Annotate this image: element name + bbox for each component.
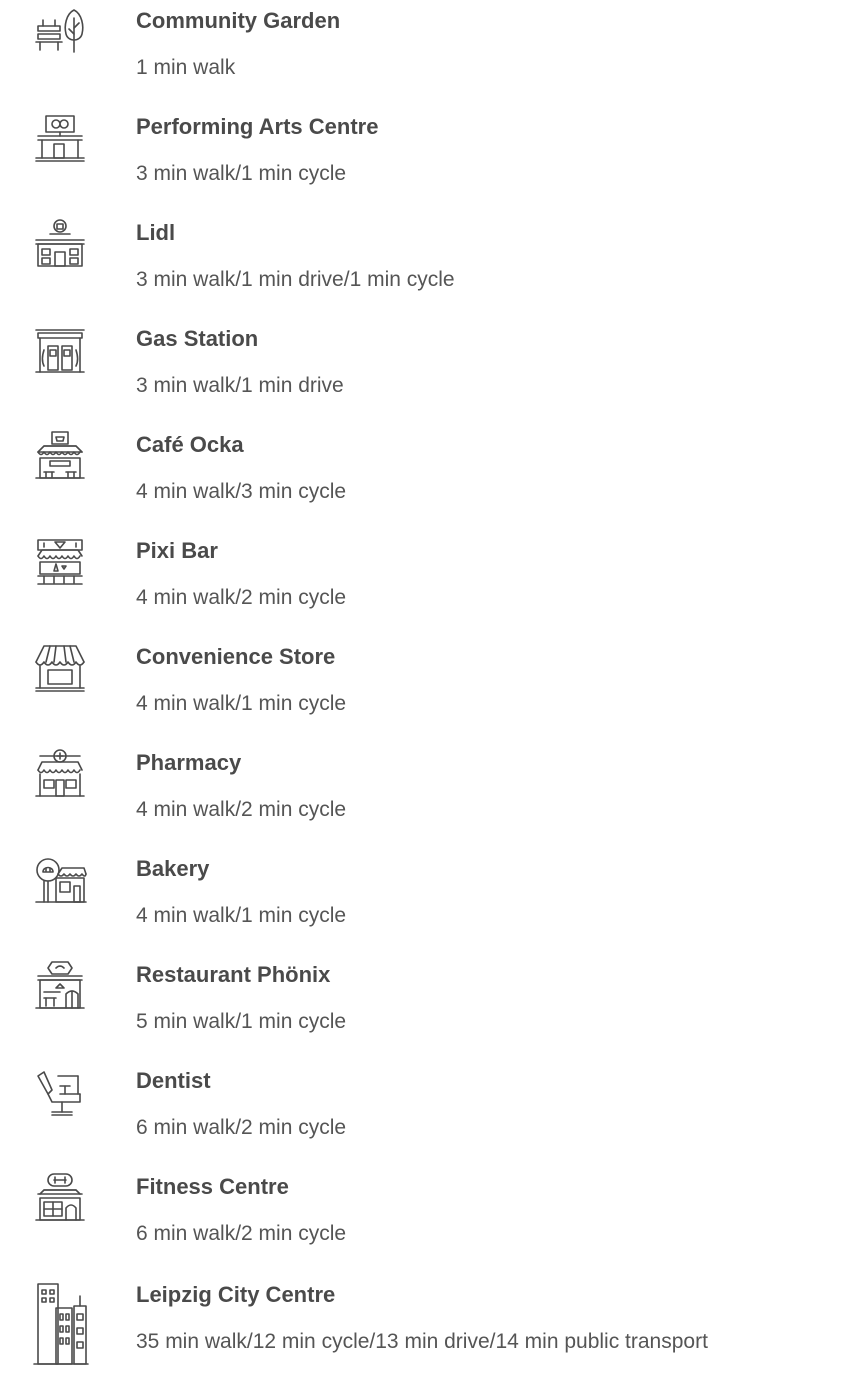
restaurant-storefront-icon [30,958,92,1014]
poi-name: Dentist [136,1068,211,1093]
poi-item-fitness-centre: Fitness Centre 6 min walk/2 min cycle [0,1166,853,1266]
poi-name: Bakery [136,856,210,881]
bakery-storefront-icon [30,852,92,908]
poi-name: Convenience Store [136,644,336,669]
pharmacy-storefront-icon [30,746,92,802]
poi-travel-time: 5 min walk/1 min cycle [136,1010,347,1033]
poi-item-bakery: Bakery 4 min walk/1 min cycle [0,848,853,948]
poi-travel-time: 4 min walk/2 min cycle [136,586,347,609]
poi-name: Pixi Bar [136,538,218,563]
poi-travel-time: 6 min walk/2 min cycle [136,1222,347,1245]
poi-travel-time: 3 min walk/1 min cycle [136,162,347,185]
shopping-bag-building-icon [30,216,92,272]
poi-travel-time: 4 min walk/1 min cycle [136,904,347,927]
poi-item-restaurant-phoenix: Restaurant Phönix 5 min walk/1 min cycle [0,954,853,1054]
poi-name: Restaurant Phönix [136,962,331,987]
poi-item-lidl: Lidl 3 min walk/1 min drive/1 min cycle [0,212,853,312]
poi-item-cafe-ocka: Café Ocka 4 min walk/3 min cycle [0,424,853,524]
poi-travel-time: 3 min walk/1 min drive/1 min cycle [136,268,455,291]
poi-item-leipzig-city-centre: Leipzig City Centre 35 min walk/12 min c… [0,1274,853,1374]
poi-travel-time: 4 min walk/3 min cycle [136,480,347,503]
poi-name: Lidl [136,220,176,245]
poi-name: Fitness Centre [136,1174,289,1199]
park-bench-tree-icon [30,4,92,60]
poi-travel-time: 6 min walk/2 min cycle [136,1116,347,1139]
poi-item-gas-station: Gas Station 3 min walk/1 min drive [0,318,853,418]
poi-name: Leipzig City Centre [136,1282,336,1307]
poi-travel-time: 35 min walk/12 min cycle/13 min drive/14… [136,1330,708,1353]
gas-station-icon [30,322,92,378]
poi-name: Gas Station [136,326,259,351]
poi-name: Café Ocka [136,432,244,457]
poi-travel-time: 1 min walk [136,56,236,79]
poi-travel-time: 4 min walk/2 min cycle [136,798,347,821]
poi-item-convenience-store: Convenience Store 4 min walk/1 min cycle [0,636,853,736]
poi-item-dentist: Dentist 6 min walk/2 min cycle [0,1060,853,1160]
poi-name: Community Garden [136,8,341,33]
poi-name: Pharmacy [136,750,242,775]
city-skyline-icon [30,1278,92,1368]
poi-travel-time: 3 min walk/1 min drive [136,374,344,397]
points-of-interest-list: Community Garden 1 min walk Performing A… [0,0,853,1371]
poi-item-performing-arts-centre: Performing Arts Centre 3 min walk/1 min … [0,106,853,206]
dentist-chair-icon [30,1064,92,1120]
convenience-store-icon [30,640,92,696]
poi-name: Performing Arts Centre [136,114,379,139]
fitness-centre-dumbbell-icon [30,1170,92,1226]
poi-item-pixi-bar: Pixi Bar 4 min walk/2 min cycle [0,530,853,630]
bar-storefront-icon [30,534,92,590]
cafe-storefront-icon [30,428,92,484]
poi-item-pharmacy: Pharmacy 4 min walk/2 min cycle [0,742,853,842]
poi-item-community-garden: Community Garden 1 min walk [0,0,853,100]
poi-travel-time: 4 min walk/1 min cycle [136,692,347,715]
theatre-masks-building-icon [30,110,92,166]
